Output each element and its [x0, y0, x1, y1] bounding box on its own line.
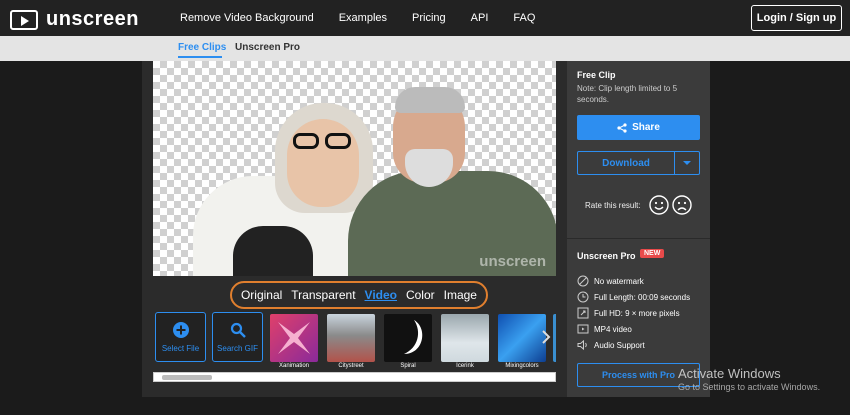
chevron-right-icon[interactable] [541, 330, 551, 344]
select-file-label: Select File [161, 343, 200, 353]
thumbnail-spiral[interactable] [384, 314, 432, 362]
nav-examples[interactable]: Examples [339, 12, 387, 24]
feature-text: Full HD: 9 × more pixels [594, 308, 680, 318]
plus-circle-icon [172, 321, 189, 338]
search-gif-label: Search GIF [217, 343, 258, 353]
nav-api[interactable]: API [471, 12, 489, 24]
view-tab-video[interactable]: Video [365, 288, 397, 302]
top-navigation-bar: unscreen Remove Video Background Example… [0, 0, 850, 36]
sidebar-divider [567, 238, 710, 239]
thumbnail-xanimation[interactable] [270, 314, 318, 362]
x-shape-icon [278, 322, 310, 354]
thumbnail-label: Citystreet [338, 363, 364, 369]
preview-watermark: unscreen [479, 253, 546, 270]
sub-navigation: Free Clips Unscreen Pro [0, 36, 850, 61]
windows-activation-subtitle: Go to Settings to activate Windows. [678, 382, 821, 392]
scrollbar-thumb[interactable] [162, 375, 212, 380]
select-file-button[interactable]: Select File [155, 312, 206, 362]
tab-unscreen-pro[interactable]: Unscreen Pro [235, 42, 300, 53]
logo-text: unscreen [46, 8, 139, 30]
feature-text: Audio Support [594, 340, 645, 350]
thumbnail-label: Icerink [456, 363, 474, 369]
search-icon [230, 322, 246, 338]
new-badge: NEW [640, 249, 665, 258]
sad-face-icon[interactable] [672, 195, 692, 215]
thumbnail-partial[interactable] [553, 314, 556, 362]
view-mode-tabs: Original Transparent Video Color Image [230, 281, 488, 309]
no-watermark-icon [577, 275, 589, 287]
spiral-icon [404, 320, 423, 354]
download-sidebar: Free Clip Note: Clip length limited to 5… [567, 61, 710, 397]
speaker-icon [577, 339, 587, 351]
feature-text: Full Length: 00:09 seconds [594, 292, 691, 302]
thumbnail-label: Xanimation [278, 363, 310, 369]
feature-audio: Audio Support [577, 339, 645, 351]
tab-free-clips[interactable]: Free Clips [178, 42, 226, 53]
windows-activation-title: Activate Windows [678, 366, 781, 381]
download-button[interactable]: Download [577, 151, 675, 175]
feature-full-length: Full Length: 00:09 seconds [577, 291, 690, 303]
view-tab-color[interactable]: Color [406, 288, 435, 302]
view-tab-transparent[interactable]: Transparent [291, 288, 355, 302]
feature-no-watermark: No watermark [577, 275, 644, 287]
view-tab-original[interactable]: Original [241, 288, 282, 302]
main-nav: Remove Video Background Examples Pricing… [180, 0, 560, 36]
smiley-face-icon[interactable] [649, 195, 669, 215]
glasses [293, 133, 353, 149]
clip-length-note: Note: Clip length limited to 5 seconds. [577, 84, 678, 104]
login-signup-button[interactable]: Login / Sign up [751, 5, 842, 31]
logo[interactable]: unscreen [10, 8, 139, 31]
free-clip-title: Free Clip [577, 70, 616, 80]
share-button[interactable]: Share [577, 115, 700, 140]
share-icon [617, 122, 627, 133]
nav-remove-video-background[interactable]: Remove Video Background [180, 12, 314, 24]
background-picker-strip: Select File Search GIF Xanimation Cityst… [153, 312, 556, 372]
download-options-dropdown[interactable] [675, 151, 700, 175]
expand-icon [577, 307, 589, 319]
clock-icon [577, 291, 589, 303]
feature-mp4: MP4 video [577, 323, 632, 335]
video-icon [577, 324, 589, 334]
play-logo-icon [10, 9, 38, 30]
woman-legs [233, 226, 313, 276]
thumbnail-label: Spiral [400, 363, 416, 369]
feature-text: MP4 video [594, 324, 632, 334]
thumbnail-label: Mixingcolors [505, 363, 539, 369]
unscreen-pro-title: Unscreen Pro [577, 251, 636, 261]
search-gif-button[interactable]: Search GIF [212, 312, 263, 362]
nav-pricing[interactable]: Pricing [412, 12, 446, 24]
thumbnail-mixingcolors[interactable] [498, 314, 546, 362]
feature-text: No watermark [594, 276, 644, 286]
thumbnail-icerink[interactable] [441, 314, 489, 362]
feature-full-hd: Full HD: 9 × more pixels [577, 307, 680, 319]
nav-faq[interactable]: FAQ [513, 12, 535, 24]
rate-result-label: Rate this result: [585, 201, 641, 210]
thumbnail-citystreet[interactable] [327, 314, 375, 362]
man-hair [395, 87, 465, 113]
active-tab-underline [178, 56, 222, 58]
strip-scrollbar[interactable] [153, 372, 556, 382]
share-label: Share [632, 122, 660, 133]
video-preview: unscreen [153, 61, 556, 276]
view-tab-image[interactable]: Image [444, 288, 477, 302]
